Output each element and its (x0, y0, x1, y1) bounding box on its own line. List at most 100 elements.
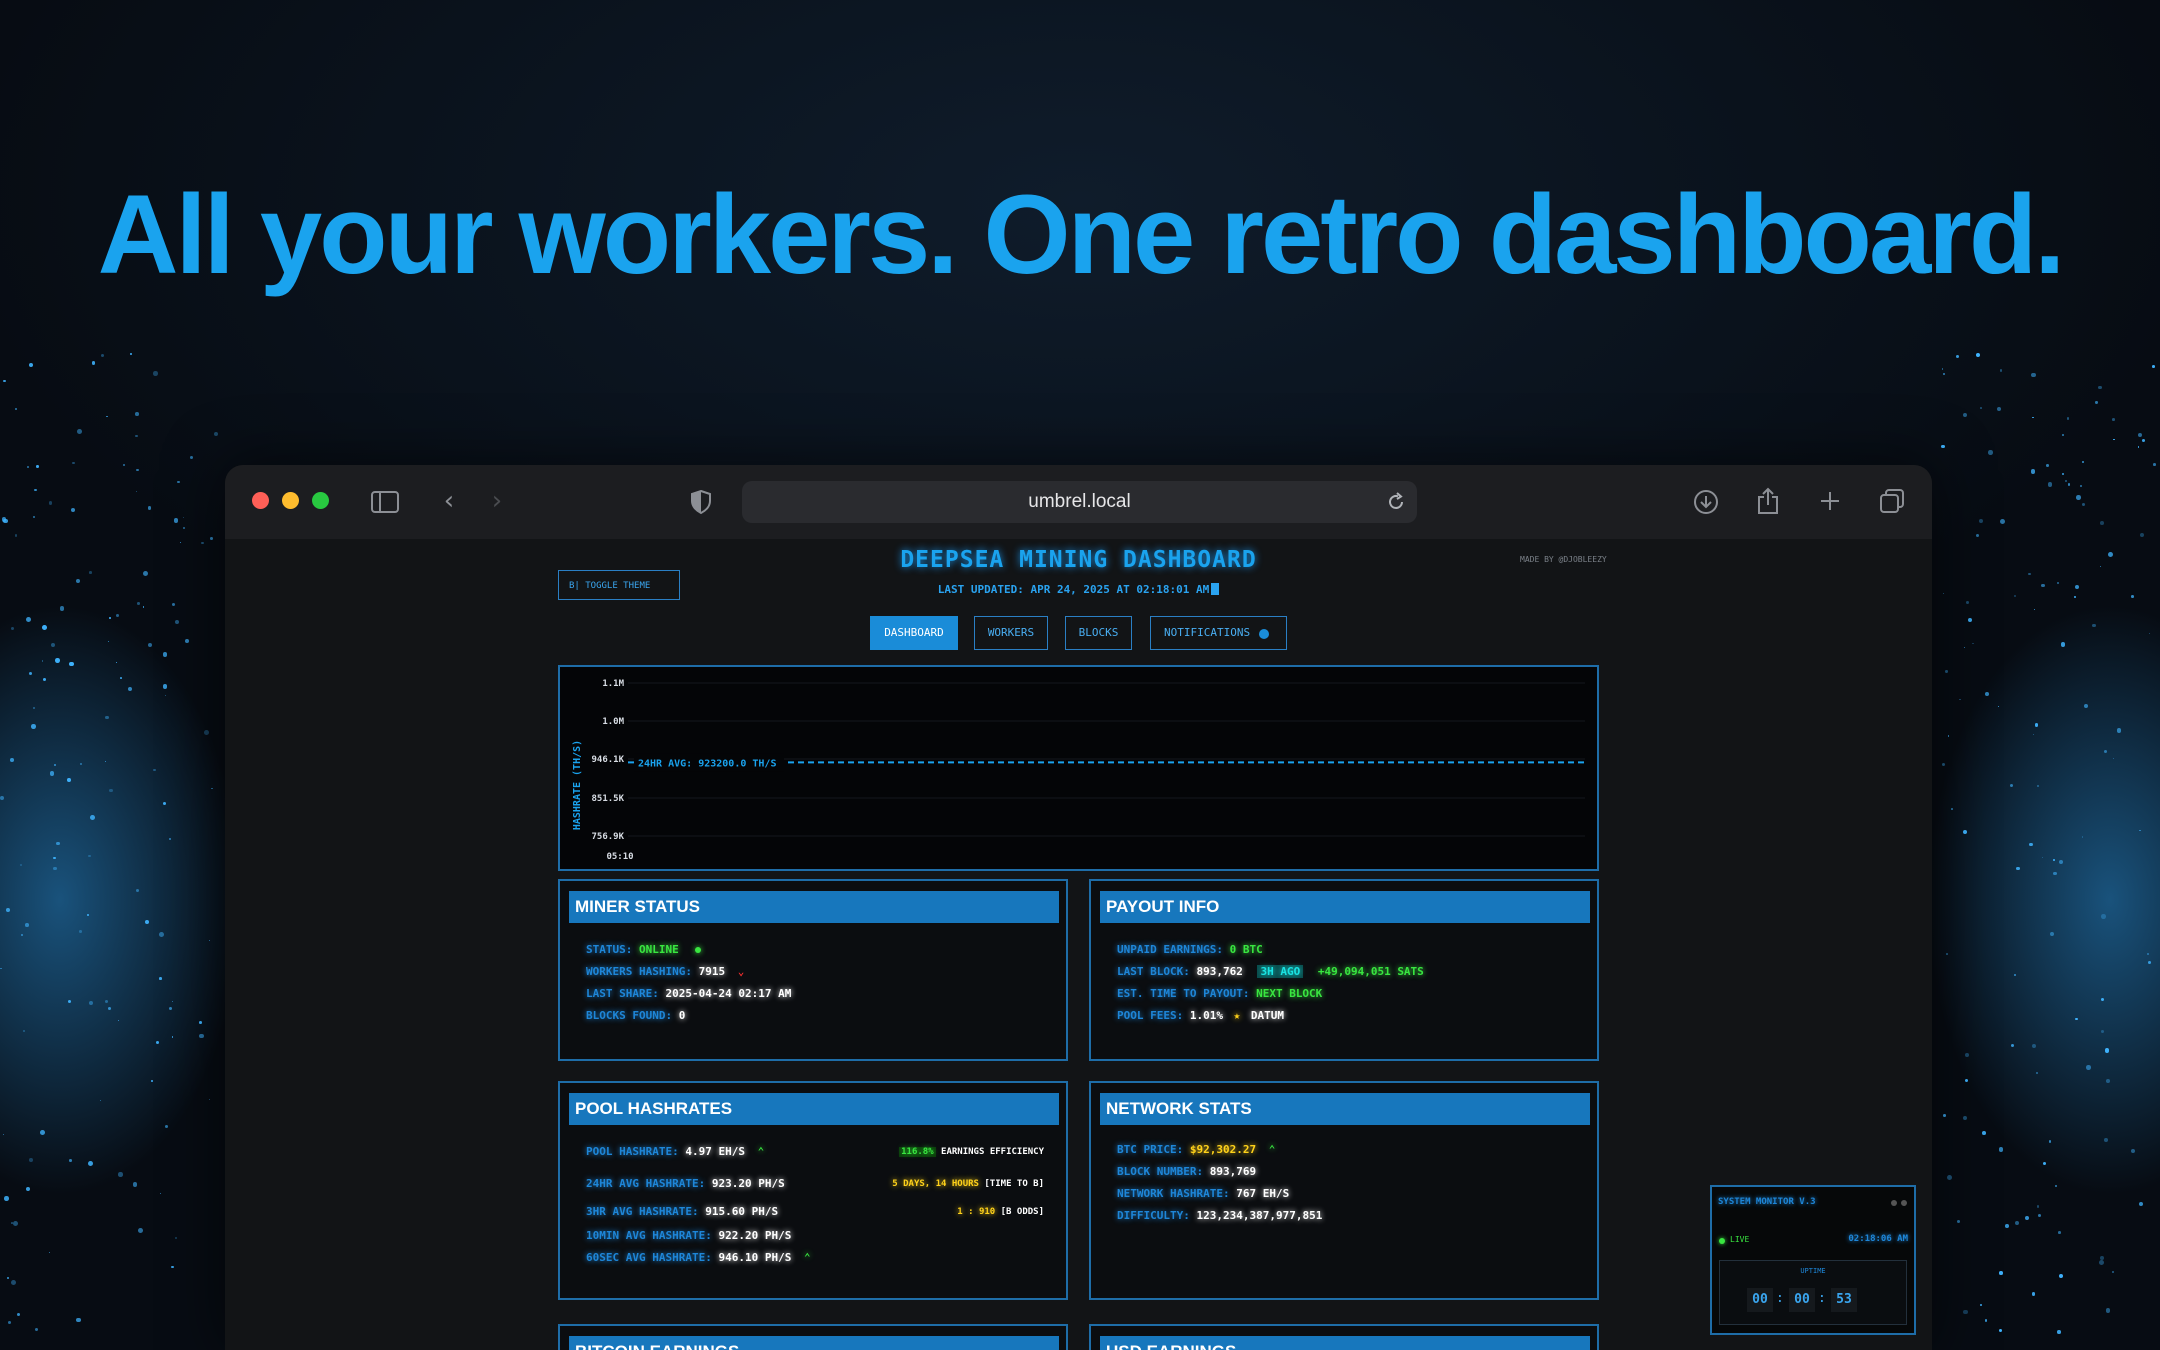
particle (1999, 1329, 2002, 1332)
time-to-block-value: 5 DAYS, 14 HOURS (892, 1179, 979, 1189)
minimize-window-button[interactable] (282, 492, 299, 509)
tab-workers[interactable]: WORKERS (974, 616, 1048, 650)
new-tab-icon[interactable] (1819, 490, 1841, 512)
uptime-sep-1: : (1776, 1291, 1784, 1306)
particle (2117, 728, 2121, 732)
downloads-icon[interactable] (1693, 489, 1719, 515)
particle (89, 571, 92, 574)
last-updated-text: LAST UPDATED: APR 24, 2025 AT 02:18:01 A… (938, 583, 1210, 596)
avg3-label: 3HR AVG HASHRATE: (586, 1205, 699, 1218)
uptime-sep-2: : (1818, 1291, 1826, 1306)
unpaid-row: UNPAID EARNINGS: 0 BTC (1117, 943, 1263, 956)
last-share-label: LAST SHARE: (586, 987, 659, 1000)
last-block-reward: +49,094,051 SATS (1318, 965, 1424, 978)
particle (2113, 439, 2114, 440)
block-number-row: BLOCK NUMBER: 893,769 (1117, 1165, 1256, 1178)
minimize-dot-icon[interactable] (1891, 1200, 1897, 1206)
tab-notifications-label: NOTIFICATIONS (1164, 626, 1250, 639)
tab-overview-icon[interactable] (1879, 488, 1905, 514)
particle (138, 1228, 143, 1233)
y-tick-label: 946.1K (591, 755, 624, 765)
efficiency-value: 116.8% (899, 1147, 936, 1157)
particle (2105, 1048, 2109, 1052)
live-dot-icon (1719, 1238, 1725, 1244)
particle (2086, 1065, 2091, 1070)
status-label: STATUS: (586, 943, 632, 956)
particle (2035, 723, 2038, 726)
est-time-label: EST. TIME TO PAYOUT: (1117, 987, 1249, 1000)
tab-blocks[interactable]: BLOCKS (1065, 616, 1132, 650)
pool-fees-badge: DATUM (1251, 1009, 1284, 1022)
particle (1988, 450, 1992, 454)
share-icon[interactable] (1756, 487, 1780, 515)
y-tick-label: 1.0M (602, 717, 624, 727)
particle (2076, 495, 2081, 500)
particle (2032, 417, 2033, 418)
particle (7, 1277, 9, 1279)
sidebar-toggle-icon[interactable] (371, 491, 399, 513)
hashrate-chart-svg: 1.1M1.0M946.1K851.5K756.9K05:10HASHRATE … (560, 667, 1597, 869)
tab-notifications[interactable]: NOTIFICATIONS (1150, 616, 1287, 650)
uptime-hours: 00 (1747, 1288, 1773, 1312)
particle (2075, 1018, 2077, 1020)
particle (2, 517, 6, 521)
particle (151, 1080, 153, 1082)
close-window-button[interactable] (252, 492, 269, 509)
particle (169, 838, 171, 840)
particle (145, 920, 149, 924)
particle (100, 1100, 101, 1101)
workers-row: WORKERS HASHING: 7915 ⌄ (586, 965, 744, 978)
reload-icon[interactable] (1386, 492, 1406, 512)
tab-dashboard[interactable]: DASHBOARD (870, 616, 958, 650)
y-tick-label: 756.9K (591, 832, 624, 842)
particle (15, 408, 17, 410)
particle (2037, 785, 2039, 787)
particle (2014, 974, 2015, 975)
particle (88, 855, 90, 857)
made-by-credit[interactable]: MADE BY @DJOBLEEZY (1520, 555, 1607, 564)
particle (88, 1161, 93, 1166)
particle (42, 660, 43, 661)
particle (2112, 1271, 2114, 1273)
zoom-window-button[interactable] (312, 492, 329, 509)
particle (13, 1221, 18, 1226)
usd-earnings-card: USD EARNINGS (1089, 1324, 1599, 1350)
trend-up-icon: ⌃ (758, 1145, 765, 1158)
trend-down-icon: ⌄ (738, 965, 745, 978)
status-row: STATUS: ONLINE (586, 943, 701, 956)
avg60-value: 946.10 PH/S (718, 1251, 791, 1264)
particle (153, 371, 158, 376)
particle (2138, 433, 2142, 437)
particle (1946, 953, 1948, 955)
system-monitor-widget[interactable]: SYSTEM MONITOR V.3 LIVE 02:18:06 AM UPTI… (1710, 1185, 1916, 1335)
particle (2058, 1231, 2061, 1234)
privacy-shield-icon[interactable] (691, 490, 711, 514)
btc-price-label: BTC PRICE: (1117, 1143, 1183, 1156)
pool-hashrate-label: POOL HASHRATE: (586, 1145, 679, 1158)
particle (56, 842, 59, 845)
forward-icon[interactable]: › (485, 486, 509, 516)
particle (0, 796, 4, 800)
particle (1947, 1175, 1952, 1180)
particle (105, 1000, 108, 1003)
difficulty-value: 123,234,387,977,851 (1196, 1209, 1322, 1222)
odds-label: [B ODDS] (1001, 1207, 1044, 1217)
uptime-panel: UPTIME 00 : 00 : 53 (1719, 1260, 1907, 1325)
address-bar[interactable]: umbrel.local (742, 481, 1417, 523)
bitcoin-earnings-title: BITCOIN EARNINGS (569, 1336, 1059, 1350)
particle (53, 857, 55, 859)
particle (143, 606, 144, 607)
avg10-label: 10MIN AVG HASHRATE: (586, 1229, 712, 1242)
particle (36, 465, 39, 468)
particle (2048, 482, 2053, 487)
back-icon[interactable]: ‹ (437, 486, 461, 516)
close-dot-icon[interactable] (1901, 1200, 1907, 1206)
network-stats-title: NETWORK STATS (1100, 1093, 1590, 1125)
last-block-label: LAST BLOCK: (1117, 965, 1190, 978)
particle (33, 707, 35, 709)
particle (1965, 1053, 1969, 1057)
particle (1985, 692, 1989, 696)
avg3-value: 915.60 PH/S (705, 1205, 778, 1218)
particle (2131, 595, 2134, 598)
block-number-value: 893,769 (1210, 1165, 1256, 1178)
